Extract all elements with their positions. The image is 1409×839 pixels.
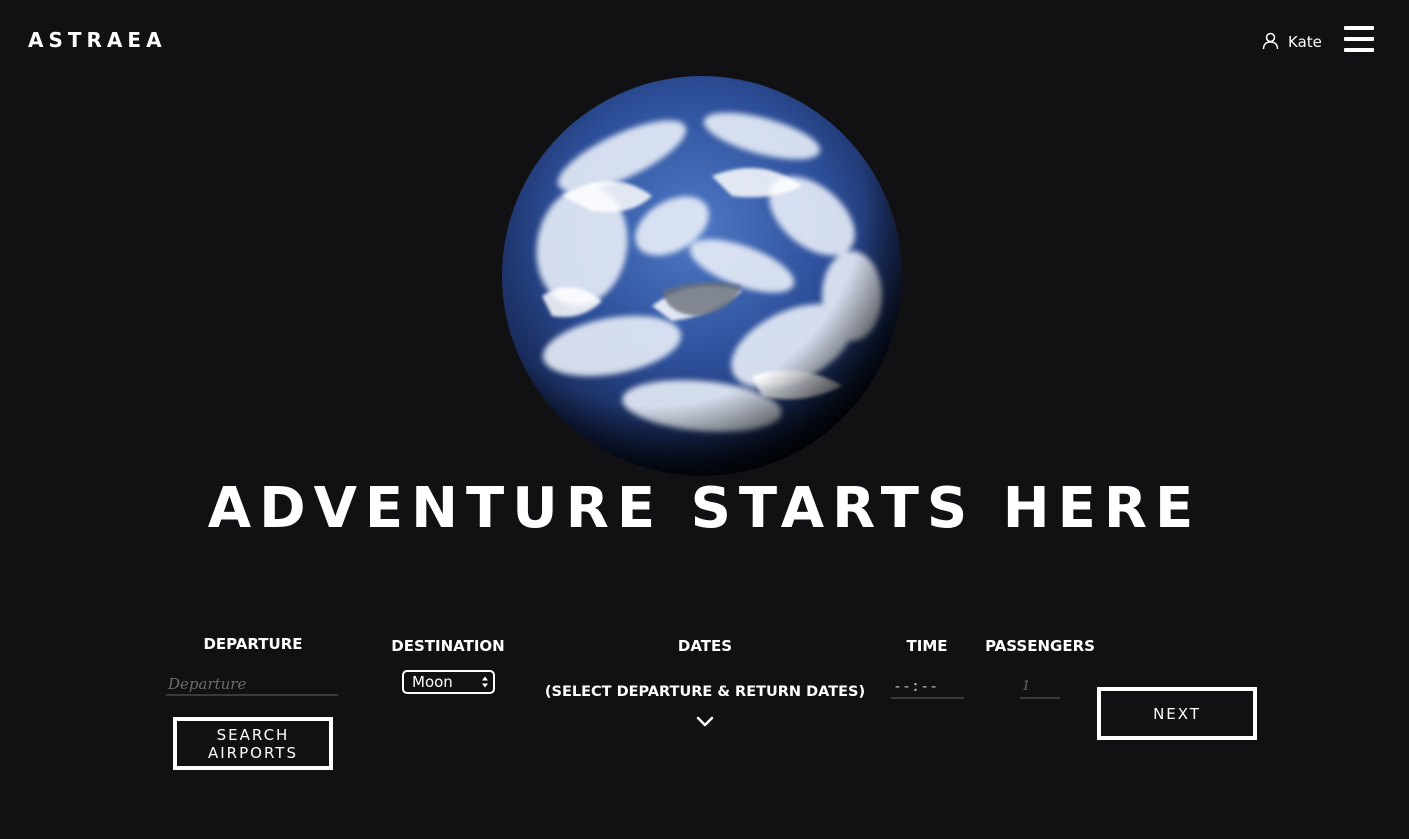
earth-globe-image	[502, 76, 902, 476]
time-input[interactable]: --:--	[891, 676, 964, 699]
select-arrows-icon	[482, 676, 488, 688]
destination-selected-value: Moon	[412, 673, 453, 691]
hero-title: ADVENTURE STARTS HERE	[207, 476, 1202, 541]
chevron-down-icon[interactable]	[696, 716, 714, 728]
user-menu[interactable]: Kate	[1262, 30, 1322, 52]
logo[interactable]: ASTRAEA	[28, 28, 167, 52]
user-icon	[1262, 32, 1279, 50]
destination-select[interactable]: Moon	[402, 670, 495, 694]
time-label: TIME	[906, 637, 948, 655]
next-button[interactable]: NEXT	[1097, 687, 1257, 740]
user-name: Kate	[1288, 33, 1322, 51]
hamburger-menu-icon[interactable]	[1344, 26, 1374, 52]
departure-input[interactable]	[166, 674, 338, 696]
departure-label: DEPARTURE	[203, 635, 303, 653]
passengers-label: PASSENGERS	[985, 637, 1095, 655]
dates-label: DATES	[677, 637, 733, 655]
destination-label: DESTINATION	[391, 637, 505, 655]
dates-picker[interactable]: (SELECT DEPARTURE & RETURN DATES)	[530, 680, 880, 704]
search-airports-button[interactable]: SEARCH AIRPORTS	[173, 717, 333, 770]
passengers-input[interactable]: 1	[1020, 676, 1060, 699]
